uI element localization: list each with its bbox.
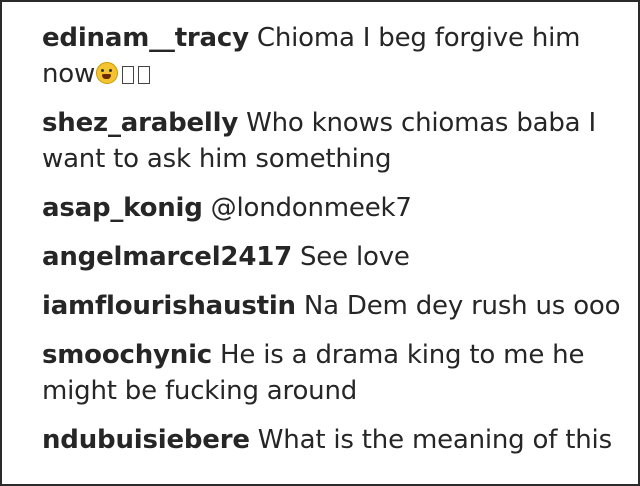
comment-item: angelmarcel2417 See love	[42, 239, 622, 275]
comment-item: asap_konig @londonmeek7	[42, 190, 622, 226]
comment-item: smoochynic He is a drama king to me he mi…	[42, 337, 622, 409]
comment-username[interactable]: asap_konig	[42, 193, 203, 223]
missing-glyph-icon	[122, 66, 135, 84]
comment-item: edinam__tracy Chioma I beg forgive him no…	[42, 20, 622, 92]
comment-text[interactable]: @londonmeek7	[211, 193, 412, 223]
comment-username[interactable]: shez_arabelly	[42, 108, 238, 138]
comments-panel: edinam__tracy Chioma I beg forgive him no…	[0, 0, 640, 486]
comment-text: What is the meaning of this	[257, 425, 612, 455]
comment-username[interactable]: angelmarcel2417	[42, 242, 292, 272]
comment-username[interactable]: smoochynic	[42, 340, 212, 370]
missing-glyph-icon	[138, 66, 151, 84]
comment-item: iamflourishaustin Na Dem dey rush us ooo	[42, 288, 622, 324]
comment-item: shez_arabelly Who knows chiomas baba I wa…	[42, 105, 622, 177]
tired-face-icon	[96, 62, 119, 84]
comment-list: edinam__tracy Chioma I beg forgive him no…	[42, 20, 622, 471]
comment-username[interactable]: edinam__tracy	[42, 23, 249, 53]
comment-username[interactable]: ndubuisiebere	[42, 425, 250, 455]
comment-text: Na Dem dey rush us ooo	[303, 291, 621, 321]
comment-text: See love	[300, 242, 410, 272]
comment-username[interactable]: iamflourishaustin	[42, 291, 296, 321]
comment-item: ndubuisiebere What is the meaning of this	[42, 422, 622, 458]
